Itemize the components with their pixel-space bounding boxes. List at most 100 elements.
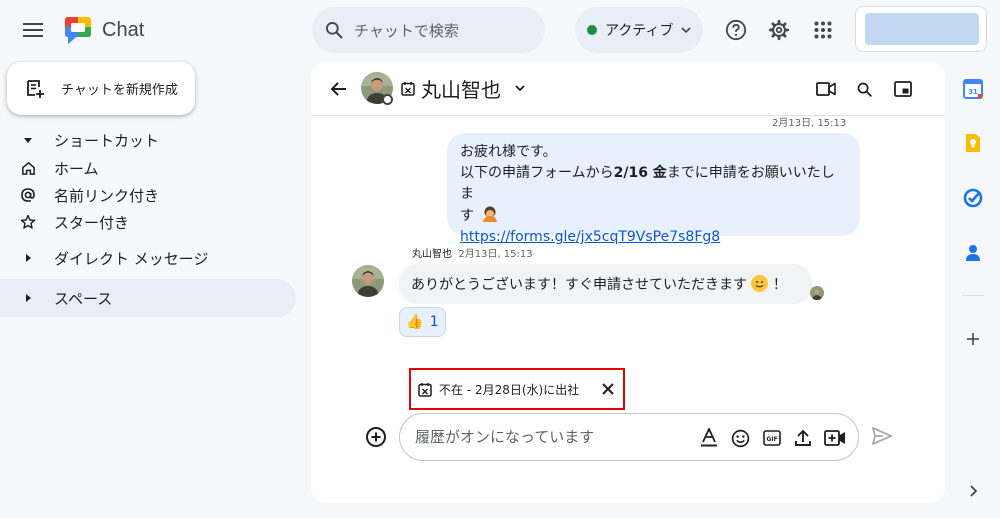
gear-icon	[768, 19, 790, 41]
contacts-app-icon	[966, 245, 980, 261]
new-chat-icon	[27, 79, 44, 98]
out-of-office-banner: 不在 - 2月28日(水)に出社	[409, 368, 625, 410]
read-receipt-avatar	[810, 286, 824, 300]
emoji-button[interactable]	[729, 427, 751, 449]
status-label: アクティブ	[605, 23, 674, 39]
message-timestamp: 2月13日, 15:13	[772, 118, 847, 129]
keep-app-icon	[966, 134, 980, 152]
out-of-office-calendar-icon	[401, 81, 415, 96]
google-chat-logo-icon	[65, 17, 91, 44]
sender-avatar[interactable]	[352, 265, 384, 297]
person-photo-icon	[352, 265, 384, 297]
gif-icon: GIF	[763, 430, 781, 446]
message-line: お疲れ様です。	[460, 144, 557, 160]
search-icon	[326, 22, 343, 39]
sender-name: 丸山智也	[412, 249, 452, 260]
apps-button[interactable]	[810, 17, 836, 43]
calendar-x-icon	[418, 382, 432, 397]
tasks-app-icon	[963, 188, 983, 208]
out-of-office-text: 不在 - 2月28日(水)に出社	[439, 382, 580, 397]
status-selector[interactable]: アクティブ	[575, 7, 703, 53]
video-call-button[interactable]	[814, 77, 838, 101]
sidebar-item-label: ショートカット	[54, 131, 160, 150]
text-format-icon	[701, 428, 717, 447]
plus-icon	[967, 333, 979, 345]
sidebar-item-label: スペース	[54, 289, 113, 308]
settings-button[interactable]	[766, 17, 792, 43]
message-text: す	[460, 208, 474, 224]
main-menu-button[interactable]	[20, 17, 46, 43]
new-chat-label: チャットを新規作成	[61, 83, 178, 98]
conversation-header: 丸山智也	[311, 62, 945, 116]
chevron-right-icon	[970, 485, 978, 497]
chat-logo[interactable]: Chat	[62, 14, 144, 46]
close-icon	[602, 383, 614, 395]
help-icon	[725, 19, 747, 41]
calendar-app-icon: 31	[963, 79, 983, 99]
reaction-count: 1	[429, 314, 439, 330]
open-in-popup-button[interactable]	[891, 77, 915, 101]
add-video-meeting-button[interactable]	[824, 427, 846, 449]
sidebar-item-label: ダイレクト メッセージ	[54, 249, 209, 268]
format-text-button[interactable]	[698, 427, 720, 449]
contact-menu-button[interactable]	[514, 82, 526, 94]
smiling-face-emoji-icon	[751, 275, 769, 292]
sidebar-item-label: 名前リンク付き	[54, 186, 160, 205]
help-button[interactable]	[723, 17, 749, 43]
sidebar-item-direct-messages[interactable]: ダイレクト メッセージ	[0, 244, 296, 272]
sidebar-item-shortcuts[interactable]: ショートカット	[0, 126, 296, 154]
sidebar-item-home[interactable]: ホーム	[0, 154, 296, 182]
keep-app-button[interactable]	[961, 131, 985, 155]
form-link[interactable]: https://forms.gle/jx5cqT9VsPe7s8Fg8	[460, 229, 720, 245]
thumbs-up-emoji-icon: 👍	[406, 314, 424, 330]
caret-right-icon	[26, 294, 31, 302]
video-add-icon	[824, 430, 845, 446]
sidebar-item-spaces[interactable]: スペース	[0, 279, 296, 317]
apps-grid-icon	[814, 21, 832, 39]
calendar-app-button[interactable]: 31	[961, 77, 985, 101]
contacts-app-button[interactable]	[961, 241, 985, 265]
outgoing-message[interactable]: お疲れ様です。 以下の申請フォームから2/16 金までに申請をお願いいたしま す…	[447, 133, 860, 245]
back-button[interactable]	[327, 77, 351, 101]
get-addons-button[interactable]	[961, 327, 985, 351]
bowing-person-emoji-icon	[483, 206, 498, 222]
caret-right-icon	[26, 254, 31, 262]
video-camera-icon	[816, 82, 836, 96]
account-avatar-placeholder	[865, 13, 979, 45]
search-icon	[857, 82, 872, 97]
incoming-message[interactable]: ありがとうございます！すぐ申請させていただきます ！	[399, 264, 812, 304]
send-button[interactable]	[871, 426, 895, 450]
upload-file-button[interactable]	[792, 427, 814, 449]
sender-line: 丸山智也 2月13日, 15:13	[412, 245, 533, 260]
search-bar[interactable]: チャットで検索	[312, 7, 545, 53]
home-icon	[21, 161, 35, 175]
upload-icon	[795, 429, 811, 446]
message-input[interactable]	[415, 428, 685, 446]
new-chat-button[interactable]: チャットを新規作成	[7, 62, 195, 115]
search-in-conversation-button[interactable]	[852, 77, 876, 101]
message-text: ありがとうございます！すぐ申請させていただきます	[411, 277, 747, 293]
expand-side-panel-button[interactable]	[961, 479, 985, 503]
reaction-chip[interactable]: 👍 1	[399, 307, 446, 337]
sidebar-item-mentions[interactable]: 名前リンク付き	[0, 181, 296, 209]
caret-down-icon	[24, 138, 32, 143]
add-circle-icon	[366, 427, 386, 447]
tasks-app-button[interactable]	[961, 186, 985, 210]
gif-button[interactable]: GIF	[761, 427, 783, 449]
contact-name[interactable]: 丸山智也	[421, 74, 501, 103]
svg-text:31: 31	[968, 88, 978, 96]
add-attachment-button[interactable]	[364, 425, 388, 449]
account-button[interactable]	[855, 6, 987, 52]
message-text: 以下の申請フォームから	[460, 165, 614, 181]
arrow-back-icon	[330, 82, 346, 96]
dismiss-banner-button[interactable]	[600, 381, 616, 397]
message-line: 以下の申請フォームから2/16 金までに申請をお願いいたしま	[460, 163, 847, 205]
message-text: ！	[772, 277, 787, 293]
star-icon	[20, 214, 36, 229]
message-line: す	[460, 205, 847, 227]
person-photo-icon	[810, 286, 824, 300]
sidebar-item-starred[interactable]: スター付き	[0, 208, 296, 236]
sidebar-item-label: スター付き	[54, 213, 130, 232]
message-bold-text: 2/16 金	[613, 165, 667, 181]
message-composer: GIF	[399, 413, 859, 461]
